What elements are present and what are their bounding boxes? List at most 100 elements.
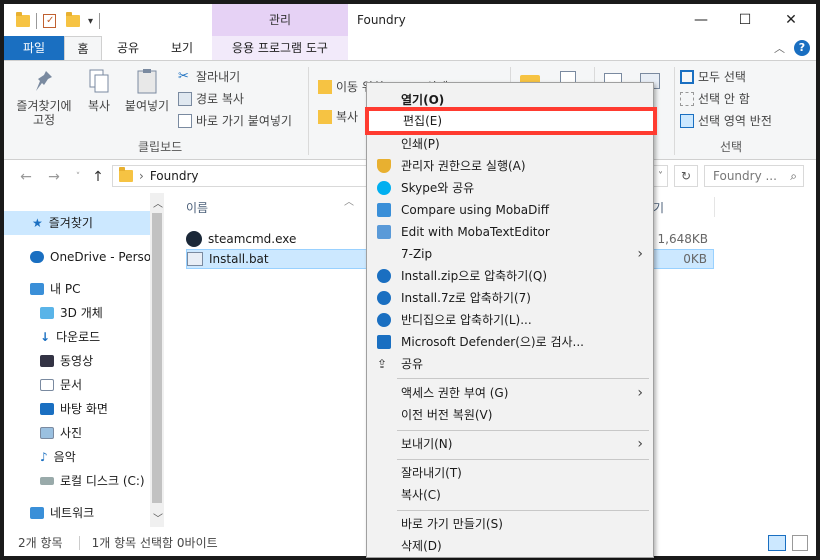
sidebar-item-music[interactable]: ♪ 음악 (4, 445, 150, 469)
tab-app-tools[interactable]: 응용 프로그램 도구 (212, 36, 348, 60)
file-size: 0KB (683, 252, 707, 266)
submenu-arrow-icon: › (637, 436, 643, 452)
large-icons-view-icon[interactable] (792, 535, 808, 551)
recent-locations-button[interactable]: ˅ (68, 167, 88, 187)
menu-item-mobatexteditor[interactable]: Edit with MobaTextEditor (369, 221, 651, 243)
menu-item-delete[interactable]: 삭제(D) (369, 535, 651, 557)
sidebar-item-onedrive[interactable]: OneDrive - Person (4, 245, 150, 269)
tab-home[interactable]: 홈 (64, 36, 102, 60)
select-all-button[interactable]: 모두 선택 (680, 67, 746, 87)
help-icon[interactable]: ? (794, 40, 810, 56)
properties-icon[interactable]: ✓ (43, 14, 56, 28)
sidebar-item-quick-access[interactable]: ★ 즐겨찾기 (4, 211, 150, 235)
navigation-pane: ★ 즐겨찾기 OneDrive - Person 내 PC 3D 개체 ↓ 다운로드… (4, 193, 164, 527)
tab-share[interactable]: 공유 (108, 36, 148, 60)
copy-path-button[interactable]: 경로 복사 (178, 89, 244, 109)
scrollbar-thumb[interactable] (152, 213, 162, 503)
paste-shortcut-label: 바로 가기 붙여넣기 (196, 114, 292, 128)
film-icon (40, 355, 54, 367)
close-button[interactable]: ✕ (768, 4, 814, 36)
sidebar-item-this-pc[interactable]: 내 PC (4, 277, 150, 301)
steam-app-icon (186, 231, 202, 247)
minimize-button[interactable]: — (678, 4, 724, 36)
refresh-button[interactable]: ↻ (674, 165, 698, 187)
file-name: Install.bat (209, 252, 269, 266)
menu-item-zip-compress[interactable]: Install.zip으로 압축하기(Q) (369, 265, 651, 287)
menu-item-cut[interactable]: 잘라내기(T) (369, 462, 651, 484)
select-none-button[interactable]: 선택 안 함 (680, 89, 750, 109)
ribbon-tabs: 파일 홈 공유 보기 응용 프로그램 도구 ︿ ? (4, 36, 816, 60)
search-icon: ⌕ (790, 168, 797, 183)
customize-toolbar-icon[interactable]: ▾ (88, 16, 93, 27)
maximize-button[interactable]: ☐ (722, 4, 768, 36)
pin-quick-access-button[interactable]: 즐겨찾기에 고정 (12, 67, 76, 127)
copy-to-button[interactable]: 복사 (318, 107, 358, 127)
paste-icon (137, 69, 157, 94)
clipboard-group-label: 클립보드 (138, 140, 183, 154)
sidebar-item-network[interactable]: 네트워크 (4, 501, 150, 525)
menu-item-label: 공유 (401, 357, 424, 371)
sidebar-item-documents[interactable]: 문서 (4, 373, 150, 397)
invert-selection-button[interactable]: 선택 영역 반전 (680, 111, 772, 131)
network-icon (30, 507, 44, 519)
breadcrumb[interactable]: Foundry (150, 169, 199, 183)
menu-item-7z-compress[interactable]: Install.7z로 압축하기(7) (369, 287, 651, 309)
search-input[interactable]: Foundry ... ⌕ (704, 165, 804, 187)
up-button[interactable]: ↑ (88, 167, 108, 187)
forward-button[interactable]: → (44, 167, 64, 187)
cube-icon (40, 307, 54, 319)
scroll-down-icon[interactable]: ﹀ (153, 510, 163, 525)
sidebar-item-3d-objects[interactable]: 3D 개체 (4, 301, 150, 325)
menu-item-give-access[interactable]: 액세스 권한 부여 (G) › (369, 382, 651, 404)
address-dropdown-icon[interactable]: ˅ (658, 171, 663, 182)
copy-button[interactable]: 복사 (82, 67, 116, 113)
sidebar-item-local-disk[interactable]: 로컬 디스크 (C:) (4, 469, 150, 493)
menu-item-bandizip-compress[interactable]: 반디집으로 압축하기(L)... (369, 309, 651, 331)
sidebar-scrollbar[interactable]: ︿ ﹀ (150, 193, 164, 527)
menu-item-7zip[interactable]: 7-Zip › (369, 243, 651, 265)
manage-tab[interactable]: 관리 (212, 4, 348, 36)
sidebar-item-downloads[interactable]: ↓ 다운로드 (4, 325, 150, 349)
sidebar-item-label: 사진 (60, 426, 83, 440)
folder-icon (119, 167, 133, 182)
menu-item-edit[interactable]: 편집(E) (365, 107, 657, 135)
select-none-icon (680, 92, 694, 106)
sidebar-item-pictures[interactable]: 사진 (4, 421, 150, 445)
sidebar-item-videos[interactable]: 동영상 (4, 349, 150, 373)
tab-view[interactable]: 보기 (160, 36, 204, 60)
paste-shortcut-icon (178, 114, 192, 128)
menu-item-skype-share[interactable]: Skype와 공유 (369, 177, 651, 199)
menu-item-share[interactable]: ⇪ 공유 (369, 353, 651, 375)
cut-button[interactable]: ✂ 잘라내기 (178, 67, 240, 87)
menu-item-label: Install.7z로 압축하기(7) (401, 291, 531, 305)
menu-item-run-as-admin[interactable]: 관리자 권한으로 실행(A) (369, 155, 651, 177)
copy-path-icon (178, 92, 192, 106)
sidebar-item-label: 3D 개체 (60, 306, 103, 320)
column-header-name[interactable]: 이름 (186, 199, 208, 216)
menu-item-copy[interactable]: 복사(C) (369, 484, 651, 506)
tab-file[interactable]: 파일 (4, 36, 64, 60)
menu-item-defender-scan[interactable]: Microsoft Defender(으)로 검사... (369, 331, 651, 353)
scissors-icon: ✂ (178, 69, 189, 84)
sidebar-item-label: 다운로드 (56, 330, 101, 344)
sidebar-item-desktop[interactable]: 바탕 화면 (4, 397, 150, 421)
new-folder-icon[interactable] (66, 12, 80, 27)
select-all-icon (680, 70, 694, 84)
menu-item-send-to[interactable]: 보내기(N) › (369, 433, 651, 455)
column-header-size[interactable]: 기 (653, 199, 664, 216)
scroll-up-icon[interactable]: ︿ (153, 195, 163, 210)
file-size: 1,648KB (657, 232, 708, 246)
paste-shortcut-button[interactable]: 바로 가기 붙여넣기 (178, 111, 292, 131)
menu-item-mobadiff[interactable]: Compare using MobaDiff (369, 199, 651, 221)
details-view-icon[interactable] (768, 535, 786, 551)
select-group-label: 선택 (720, 140, 743, 154)
paste-button[interactable]: 붙여넣기 (120, 67, 174, 113)
menu-item-restore-versions[interactable]: 이전 버전 복원(V) (369, 404, 651, 426)
menu-item-create-shortcut[interactable]: 바로 가기 만들기(S) (369, 513, 651, 535)
bandizip-icon (377, 313, 391, 327)
back-button[interactable]: ← (16, 167, 36, 187)
invert-selection-label: 선택 영역 반전 (698, 114, 772, 128)
collapse-ribbon-icon[interactable]: ︿ (774, 40, 785, 56)
menu-item-print[interactable]: 인쇄(P) (369, 133, 651, 155)
monitor-icon (30, 283, 44, 295)
